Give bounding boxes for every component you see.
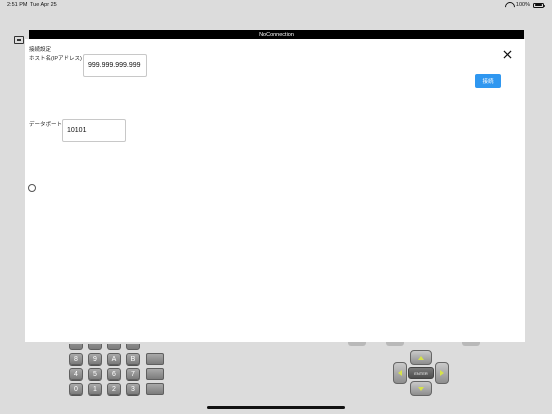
hidden-control	[348, 342, 366, 346]
keypad-key[interactable]: A	[107, 353, 121, 365]
keypad-key[interactable]: 7	[126, 368, 140, 380]
host-label: ホスト名(IPアドレス)	[29, 56, 82, 62]
connection-status-title: NoConnection	[259, 31, 294, 38]
option-radio[interactable]	[28, 184, 36, 192]
close-icon	[502, 49, 512, 59]
close-button[interactable]	[501, 48, 513, 60]
keypad-key-partial[interactable]	[88, 344, 102, 350]
keypad-key-partial[interactable]	[69, 344, 83, 350]
connection-status-bar: NoConnection	[29, 30, 524, 39]
dpad: ENTER	[393, 350, 449, 396]
keypad: 8 9 A B 4 5 6 7 0 1 2 3	[69, 344, 167, 398]
enter-button[interactable]: ENTER	[408, 367, 434, 379]
keypad-key[interactable]: 5	[88, 368, 102, 380]
keypad-key[interactable]: 9	[88, 353, 102, 365]
keypad-key-partial[interactable]	[126, 344, 140, 350]
connection-settings-modal: 接続設定 ホスト名(IPアドレス) 999.999.999.999 接続 データ…	[25, 39, 525, 342]
status-bar: 2:51 PM Tue Apr 25 100%	[0, 0, 552, 12]
keypad-key[interactable]: 2	[107, 383, 121, 395]
battery-percent: 100%	[515, 2, 530, 8]
dpad-up-button[interactable]	[410, 350, 432, 365]
keypad-function-key[interactable]	[146, 353, 164, 365]
keypad-key[interactable]: 6	[107, 368, 121, 380]
app-icon[interactable]	[14, 36, 24, 44]
status-date: Tue Apr 25	[30, 2, 57, 8]
keypad-key[interactable]: 4	[69, 368, 83, 380]
keypad-function-key[interactable]	[146, 383, 164, 395]
port-label: データポート	[29, 122, 63, 128]
arrow-down-icon	[418, 386, 424, 391]
connect-button[interactable]: 接続	[475, 74, 501, 88]
status-indicators: 100%	[505, 2, 545, 8]
arrow-left-icon	[398, 370, 402, 376]
host-input[interactable]: 999.999.999.999	[83, 54, 147, 77]
hidden-control	[462, 342, 480, 346]
arrow-right-icon	[440, 370, 444, 376]
hidden-control	[386, 342, 404, 346]
home-indicator[interactable]	[207, 406, 345, 409]
keypad-key[interactable]: 3	[126, 383, 140, 395]
keypad-function-key[interactable]	[146, 368, 164, 380]
dpad-down-button[interactable]	[410, 381, 432, 396]
wifi-icon	[505, 2, 513, 8]
arrow-up-icon	[418, 355, 424, 360]
keypad-key[interactable]: 1	[88, 383, 102, 395]
keypad-key[interactable]: B	[126, 353, 140, 365]
keypad-key-partial[interactable]	[107, 344, 121, 350]
battery-icon	[533, 2, 545, 8]
status-time: 2:51 PM	[7, 2, 28, 8]
section-title: 接続設定	[29, 47, 52, 53]
keypad-key[interactable]: 8	[69, 353, 83, 365]
dpad-right-button[interactable]	[435, 362, 449, 384]
keypad-key[interactable]: 0	[69, 383, 83, 395]
dpad-left-button[interactable]	[393, 362, 407, 384]
port-input[interactable]: 10101	[62, 119, 126, 142]
